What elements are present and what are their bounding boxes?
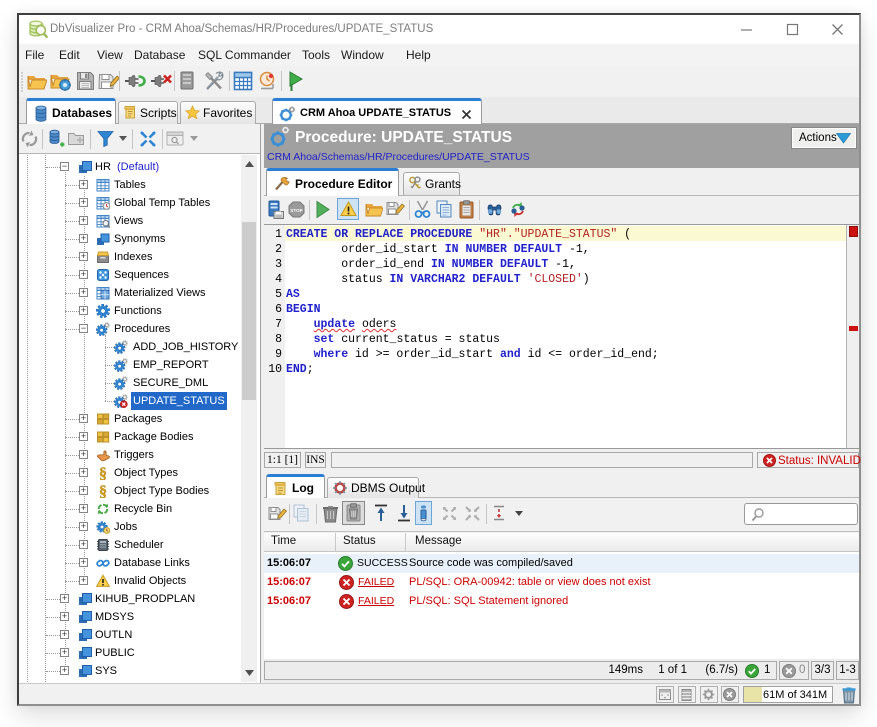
svg-text:STOP: STOP [290,208,302,213]
